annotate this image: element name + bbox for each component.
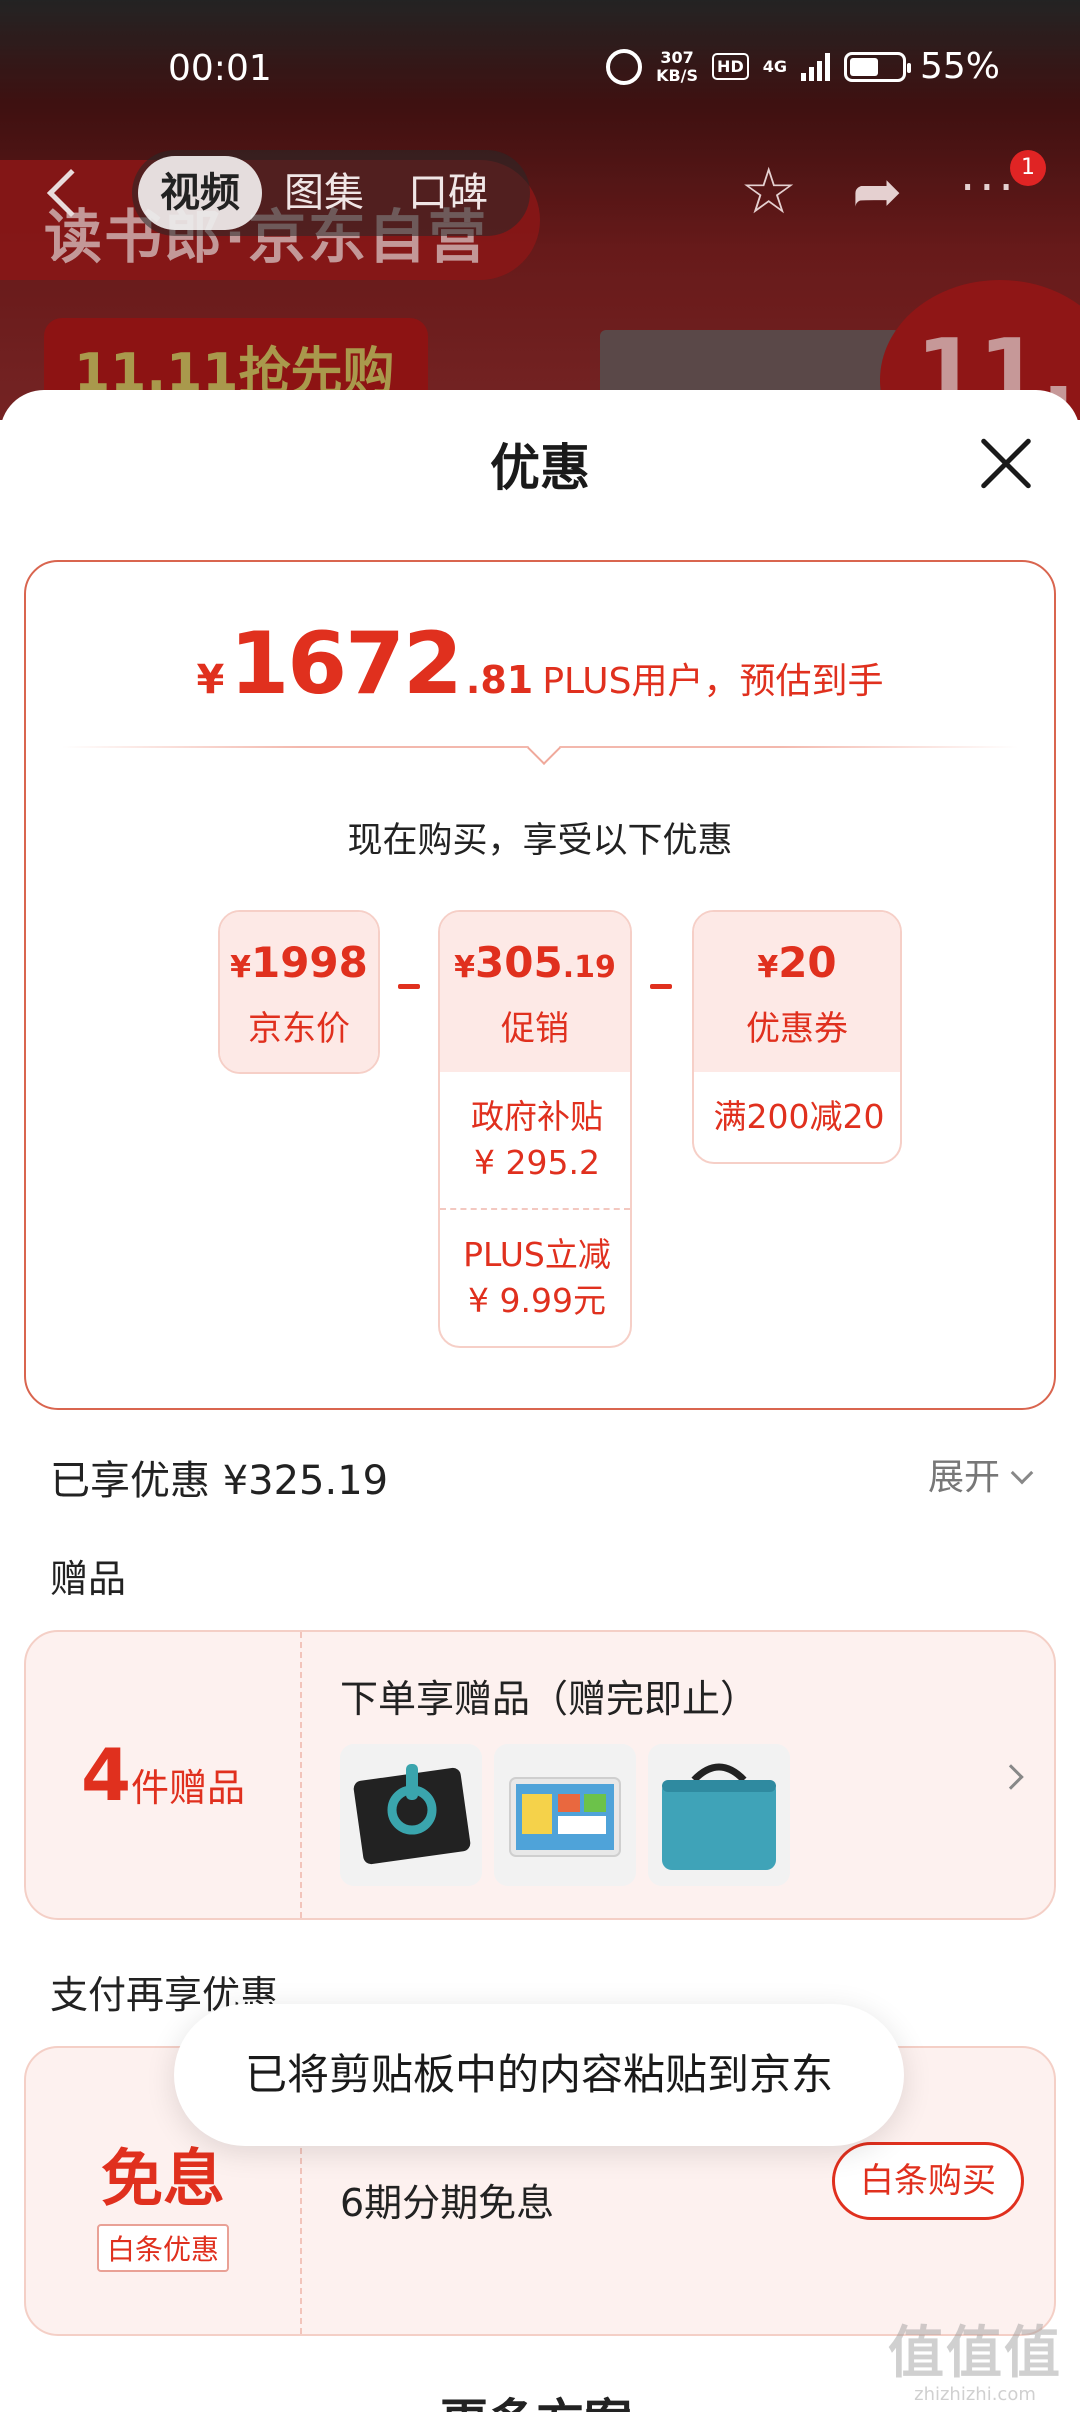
gift-image-screen-protector[interactable] — [494, 1744, 636, 1886]
signal-icon — [800, 52, 830, 81]
battery-level: 55% — [919, 46, 1000, 87]
baitiao-buy-button[interactable]: 白条购买 — [832, 2142, 1024, 2220]
gift-image-tablet-case[interactable] — [340, 1744, 482, 1886]
promotion-item-plus: PLUS立减 ¥ 9.99元 — [440, 1208, 630, 1346]
coupon-item: 满200减20 — [713, 1097, 885, 1136]
network-speed-value: 307 — [660, 47, 694, 67]
price-integer: 1672 — [229, 614, 462, 714]
expand-button[interactable]: 展开 — [927, 1448, 1034, 1500]
minus-sign — [650, 984, 672, 989]
favorite-star-icon[interactable]: ☆ — [740, 160, 797, 224]
status-bar: 00:01 307 KB/S HD 4G 55% — [0, 0, 1080, 140]
notification-badge: 1 — [1010, 150, 1046, 186]
product-navbar: 视频 图集 口碑 ☆ ➦ ··· 1 — [0, 140, 1080, 250]
promotion-head: ¥305.19 促销 — [440, 912, 630, 1072]
coupon-head: ¥20 优惠券 — [694, 912, 900, 1072]
clipboard-toast: 已将剪贴板中的内容粘贴到京东 — [174, 2004, 904, 2146]
watermark-url: zhizhizhi.com — [914, 2384, 1036, 2405]
installment-text: 6期分期免息 — [340, 2181, 555, 2225]
gift-unit: 件赠品 — [131, 1765, 246, 1810]
estimated-price: ¥ 1672 .81 PLUS用户，预估到手 — [26, 614, 1054, 714]
price-card: ¥ 1672 .81 PLUS用户，预估到手 现在购买，享受以下优惠 ¥1998… — [24, 560, 1056, 1410]
baitiao-offer-tag: 白条优惠 — [96, 2224, 229, 2272]
promotion-amount: ¥305.19 — [454, 938, 616, 987]
battery-icon — [843, 51, 911, 82]
promotion-item-subsidy: 政府补贴 ¥ 295.2 — [471, 1097, 603, 1182]
promotion-box: ¥305.19 促销 政府补贴 ¥ 295.2 PLUS立减 ¥ 9.99元 — [438, 910, 632, 1348]
network-type: 4G — [762, 56, 787, 76]
jd-price-label: 京东价 — [248, 1009, 350, 1049]
promotion-label: 促销 — [501, 1009, 569, 1049]
jd-price-amount: ¥1998 — [230, 938, 368, 987]
tab-gallery[interactable]: 图集 — [262, 156, 386, 230]
share-icon[interactable]: ➦ — [852, 162, 902, 222]
price-description: PLUS用户，预估到手 — [542, 661, 884, 702]
back-icon[interactable] — [46, 168, 96, 218]
tab-reviews[interactable]: 口碑 — [386, 156, 510, 230]
breakdown-heading: 现在购买，享受以下优惠 — [347, 821, 733, 861]
divider-notch — [527, 731, 561, 765]
price-decimal: .81 — [465, 658, 534, 702]
status-time: 00:01 — [168, 48, 272, 89]
tab-video[interactable]: 视频 — [138, 156, 262, 230]
gift-card[interactable]: 4 件赠品 下单享赠品（赠完即止） — [24, 1630, 1056, 1920]
minus-sign — [398, 984, 420, 989]
jd-price-head: ¥1998 京东价 — [220, 912, 378, 1072]
watermark: 值值值 zhizhizhi.com — [888, 2321, 1062, 2406]
next-section-title: 更多方案 — [440, 2382, 632, 2412]
watermark-logo: 值值值 — [888, 2321, 1062, 2386]
network-speed-unit: KB/S — [656, 65, 699, 85]
price-currency: ¥ — [196, 657, 225, 703]
gift-title: 下单享赠品（赠完即止） — [340, 1677, 759, 1721]
coupon-box: ¥20 优惠券 满200减20 — [692, 910, 902, 1164]
chevron-down-icon — [1010, 1461, 1034, 1485]
gift-image-laptop-bag[interactable] — [648, 1744, 790, 1886]
coupon-amount: ¥20 — [757, 938, 837, 987]
gifts-section-label: 赠品 — [50, 1557, 127, 1601]
hd-icon: HD — [712, 53, 749, 80]
status-icons: 307 KB/S HD 4G 55% — [606, 46, 1000, 87]
chevron-right-icon[interactable] — [998, 1764, 1024, 1790]
saved-amount: 已享优惠 ¥325.19 — [50, 1458, 389, 1504]
expand-label: 展开 — [927, 1457, 1000, 1498]
close-icon[interactable] — [978, 436, 1034, 492]
gift-count-area: 4 件赠品 — [26, 1632, 302, 1918]
network-speed: 307 KB/S — [656, 47, 699, 85]
coupon-label: 优惠券 — [746, 1009, 848, 1049]
alarm-icon — [606, 48, 643, 85]
gift-count: 4 — [80, 1733, 132, 1817]
sheet-title: 优惠 — [490, 439, 590, 497]
media-tabs: 视频 图集 口碑 — [132, 150, 530, 236]
jd-price-box: ¥1998 京东价 — [218, 910, 380, 1074]
